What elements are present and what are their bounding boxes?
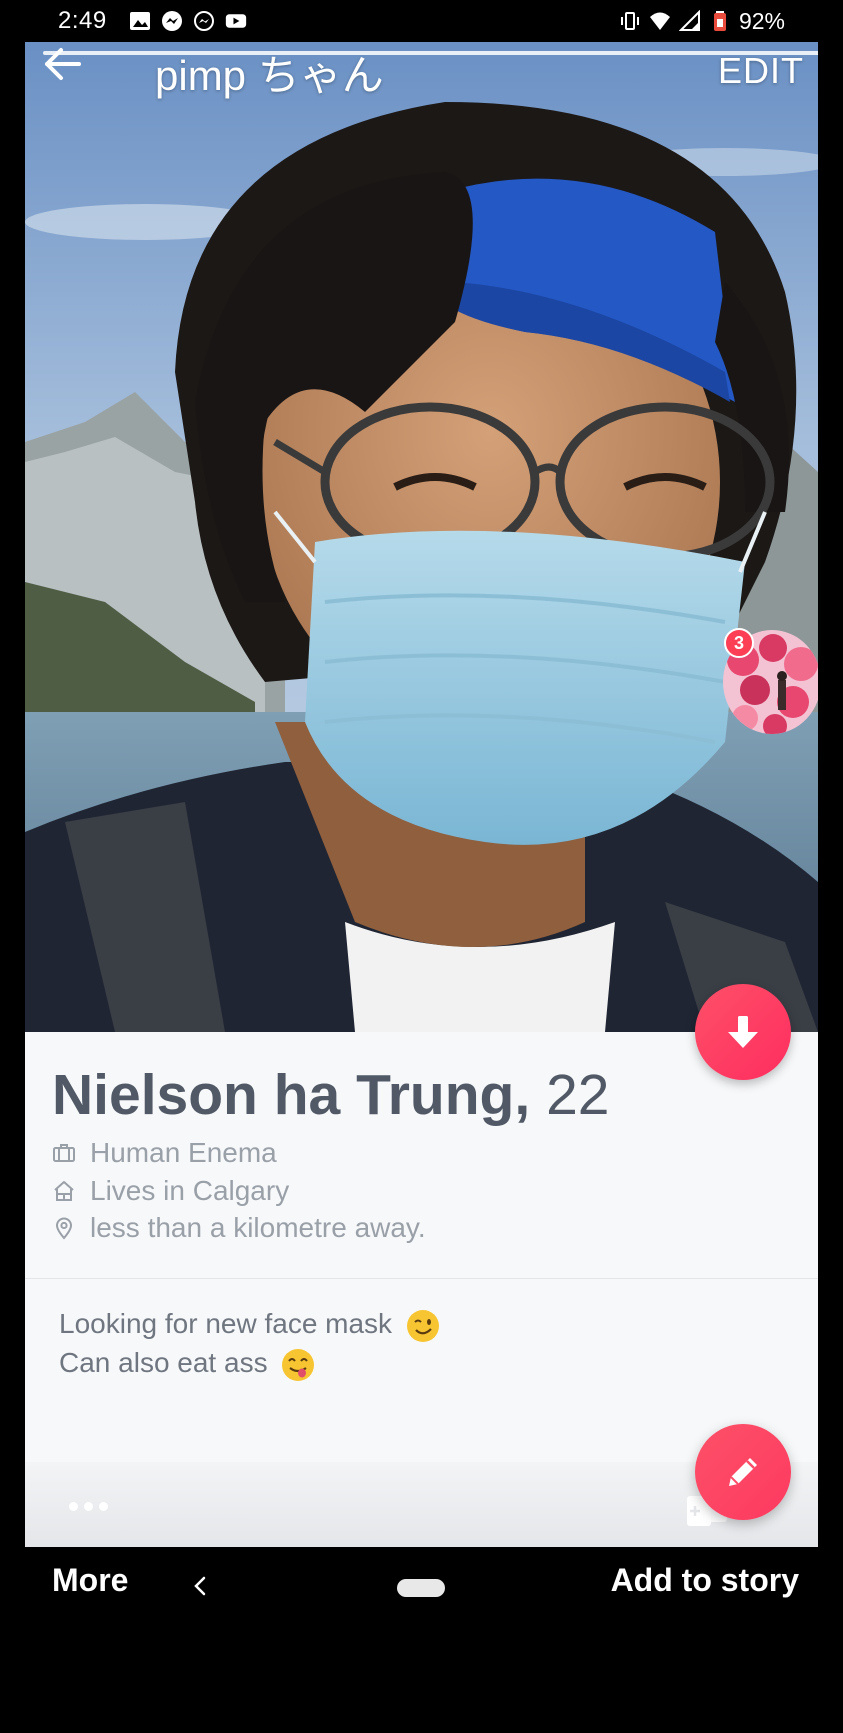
add-to-story-button[interactable]: Add to story	[611, 1562, 799, 1599]
profile-age: 22	[546, 1063, 610, 1127]
battery-icon	[713, 11, 726, 31]
bio-line-1-text: Looking for new face mask	[59, 1308, 393, 1339]
status-right: 92%	[619, 8, 785, 35]
bio-line-1: Looking for new face mask	[59, 1304, 440, 1343]
nav-back-icon[interactable]	[190, 1573, 210, 1599]
profile-photo[interactable]	[25, 42, 818, 1032]
profile-card[interactable]: pimp ちゃん EDIT 3 Nielson ha Trung, 22 Hum…	[25, 42, 818, 1547]
profile-name: Nielson ha Trung,	[52, 1063, 531, 1127]
profile-photo-image	[25, 42, 818, 1032]
story-count-badge: 3	[724, 628, 754, 658]
arrow-left-icon[interactable]	[39, 44, 85, 84]
story-title: pimp ちゃん	[155, 52, 384, 99]
bio-line-2-text: Can also eat ass	[59, 1347, 268, 1378]
messenger-outline-icon	[193, 11, 214, 31]
residence-row: Lives in Calgary	[52, 1175, 289, 1207]
gallery-icon	[129, 12, 150, 30]
residence-text: Lives in Calgary	[90, 1175, 290, 1206]
more-options-icon[interactable]	[69, 1502, 108, 1511]
signal-icon	[678, 10, 700, 31]
collapse-profile-button[interactable]	[695, 984, 791, 1080]
edit-profile-button[interactable]	[695, 1424, 791, 1520]
section-divider	[25, 1278, 818, 1279]
more-button[interactable]: More	[52, 1562, 128, 1599]
bottom-bar: More Add to story	[0, 1547, 843, 1617]
distance-text: less than a kilometre away.	[90, 1212, 426, 1243]
home-pill-icon[interactable]	[397, 1579, 445, 1597]
job-row: Human Enema	[52, 1137, 277, 1169]
youtube-icon	[225, 14, 246, 28]
job-text: Human Enema	[90, 1137, 277, 1168]
vibrate-icon	[620, 12, 639, 30]
distance-row: less than a kilometre away.	[52, 1212, 426, 1244]
home-icon	[54, 1181, 74, 1201]
arrow-down-icon	[728, 1016, 758, 1048]
bio-line-2: Can also eat ass	[59, 1343, 440, 1382]
battery-percent: 92%	[738, 7, 785, 34]
status-time: 2:49	[58, 7, 107, 34]
yum-face-icon	[282, 1348, 315, 1381]
edit-button[interactable]: EDIT	[718, 50, 804, 92]
briefcase-icon	[53, 1144, 75, 1162]
location-pin-icon	[55, 1217, 73, 1240]
messenger-icon	[161, 11, 182, 31]
profile-bio: Looking for new face mask Can also eat a…	[59, 1304, 440, 1382]
winking-face-icon	[406, 1309, 439, 1342]
notification-icons	[129, 10, 247, 32]
name-age-line: Nielson ha Trung, 22	[52, 1062, 609, 1128]
wifi-icon	[649, 12, 670, 30]
status-bar: 2:49 92%	[0, 0, 843, 42]
pencil-icon	[729, 1458, 757, 1486]
